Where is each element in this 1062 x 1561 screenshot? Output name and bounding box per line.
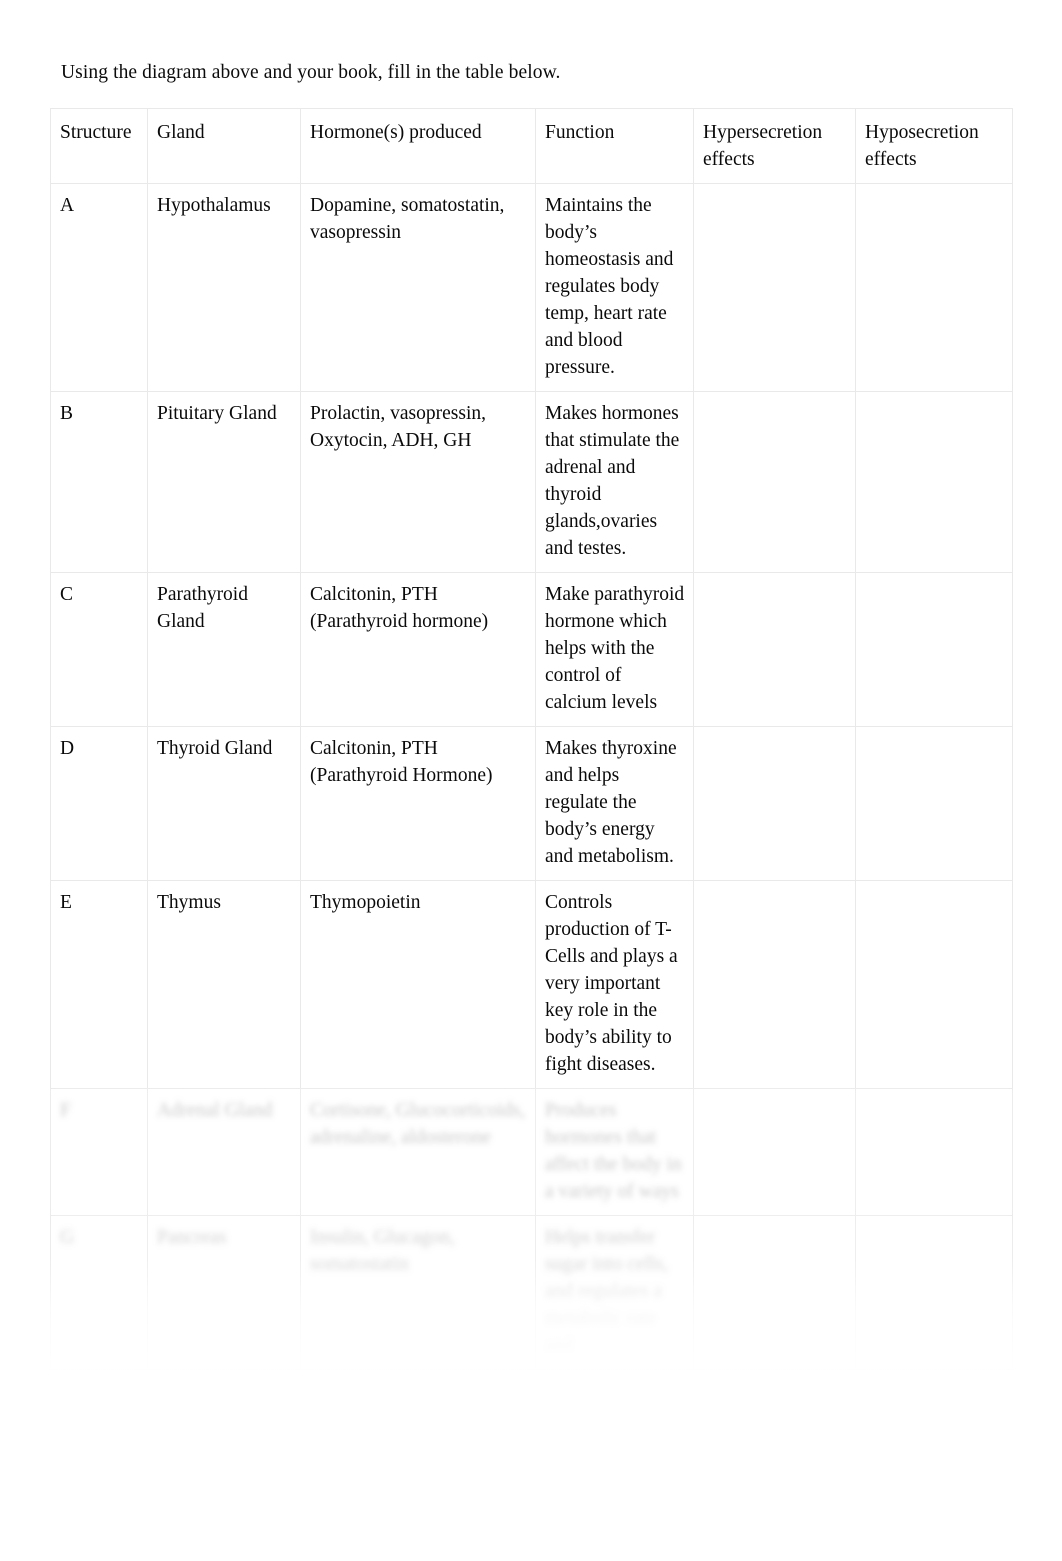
column-header-structure: Structure — [50, 108, 148, 184]
header-label: Hypersecretion effects — [703, 122, 823, 170]
table-row: G Pancreas Insulin, Glucagon, somatostat… — [50, 1215, 1013, 1370]
structure-value: F — [60, 1100, 71, 1121]
hormones-value: Prolactin, vasopressin, Oxytocin, ADH, G… — [310, 403, 487, 451]
document-page: Using the diagram above and your book, f… — [0, 0, 1062, 1561]
gland-value: Adrenal Gland — [157, 1100, 273, 1121]
function-value: Makes hormones that stimulate the adrena… — [545, 403, 680, 559]
gland-value: Thymus — [157, 892, 221, 913]
column-header-hormones: Hormone(s) produced — [300, 108, 536, 184]
instructions-text: Using the diagram above and your book, f… — [61, 62, 561, 83]
cell-structure: C — [50, 572, 148, 727]
cell-gland: Thymus — [147, 880, 301, 1089]
cell-hyposecretion[interactable] — [855, 1215, 1013, 1370]
hormones-value: Dopamine, somatostatin, vasopressin — [310, 195, 505, 243]
column-header-gland: Gland — [147, 108, 301, 184]
cell-hormones: Prolactin, vasopressin, Oxytocin, ADH, G… — [300, 391, 536, 573]
column-header-function: Function — [535, 108, 694, 184]
cell-function: Maintains the body’s homeostasis and reg… — [535, 183, 694, 392]
cell-function: Make parathyroid hormone which helps wit… — [535, 572, 694, 727]
structure-value: C — [60, 584, 74, 605]
function-value: Helps transfer sugar into cells, and reg… — [545, 1227, 668, 1356]
cell-gland: Hypothalamus — [147, 183, 301, 392]
hormones-value: Thymopoietin — [310, 892, 421, 913]
cell-gland: Pituitary Gland — [147, 391, 301, 573]
worksheet-table-container: Structure Gland Hormone(s) produced Func… — [50, 108, 1013, 1370]
cell-hormones: Calcitonin, PTH (Parathyroid Hormone) — [300, 726, 536, 881]
hormones-value: Insulin, Glucagon, somatostatin — [310, 1227, 455, 1275]
function-value: Produces hormones that affect the body i… — [545, 1100, 682, 1202]
function-value: Make parathyroid hormone which helps wit… — [545, 584, 685, 713]
cell-hypersecretion[interactable] — [693, 572, 856, 727]
cell-function: Makes thyroxine and helps regulate the b… — [535, 726, 694, 881]
cell-structure: A — [50, 183, 148, 392]
cell-structure: B — [50, 391, 148, 573]
cell-structure: F — [50, 1088, 148, 1216]
cell-function: Produces hormones that affect the body i… — [535, 1088, 694, 1216]
endocrine-system-table: Structure Gland Hormone(s) produced Func… — [50, 108, 1013, 1370]
hormones-value: Cortisone, Glucocorticoids, adrenaline, … — [310, 1100, 526, 1148]
cell-function: Makes hormones that stimulate the adrena… — [535, 391, 694, 573]
header-label: Function — [545, 122, 615, 143]
header-label: Hormone(s) produced — [310, 122, 482, 143]
structure-value: G — [60, 1227, 75, 1248]
cell-hypersecretion[interactable] — [693, 1088, 856, 1216]
table-row: A Hypothalamus Dopamine, somatostatin, v… — [50, 183, 1013, 392]
cell-function: Controls production of T-Cells and plays… — [535, 880, 694, 1089]
header-label: Hyposecretion effects — [865, 122, 979, 170]
function-value: Makes thyroxine and helps regulate the b… — [545, 738, 677, 867]
cell-hypersecretion[interactable] — [693, 726, 856, 881]
cell-hormones: Dopamine, somatostatin, vasopressin — [300, 183, 536, 392]
function-value: Maintains the body’s homeostasis and reg… — [545, 195, 674, 378]
cell-hormones: Calcitonin, PTH (Parathyroid hormone) — [300, 572, 536, 727]
cell-hypersecretion[interactable] — [693, 391, 856, 573]
cell-gland: Pancreas — [147, 1215, 301, 1370]
cell-structure: E — [50, 880, 148, 1089]
column-header-hypersecretion: Hypersecretion effects — [693, 108, 856, 184]
function-value: Controls production of T-Cells and plays… — [545, 892, 678, 1075]
structure-value: B — [60, 403, 74, 424]
cell-hyposecretion[interactable] — [855, 880, 1013, 1089]
table-row: F Adrenal Gland Cortisone, Glucocorticoi… — [50, 1088, 1013, 1216]
cell-hypersecretion[interactable] — [693, 880, 856, 1089]
cell-hyposecretion[interactable] — [855, 572, 1013, 727]
gland-value: Hypothalamus — [157, 195, 271, 216]
hormones-value: Calcitonin, PTH (Parathyroid Hormone) — [310, 738, 493, 786]
cell-hyposecretion[interactable] — [855, 726, 1013, 881]
cell-gland: Adrenal Gland — [147, 1088, 301, 1216]
table-row: C Parathyroid Gland Calcitonin, PTH (Par… — [50, 572, 1013, 727]
table-header-row: Structure Gland Hormone(s) produced Func… — [50, 108, 1013, 184]
table-row: D Thyroid Gland Calcitonin, PTH (Parathy… — [50, 726, 1013, 881]
cell-hypersecretion[interactable] — [693, 183, 856, 392]
header-label: Structure — [60, 122, 132, 143]
cell-structure: G — [50, 1215, 148, 1370]
table-row: B Pituitary Gland Prolactin, vasopressin… — [50, 391, 1013, 573]
gland-value: Pancreas — [157, 1227, 227, 1248]
gland-value: Thyroid Gland — [157, 738, 273, 759]
cell-structure: D — [50, 726, 148, 881]
cell-hypersecretion[interactable] — [693, 1215, 856, 1370]
cell-hyposecretion[interactable] — [855, 1088, 1013, 1216]
hormones-value: Calcitonin, PTH (Parathyroid hormone) — [310, 584, 489, 632]
table-row: E Thymus Thymopoietin Controls productio… — [50, 880, 1013, 1089]
cell-hormones: Thymopoietin — [300, 880, 536, 1089]
structure-value: A — [60, 195, 75, 216]
cell-hormones: Cortisone, Glucocorticoids, adrenaline, … — [300, 1088, 536, 1216]
gland-value: Parathyroid Gland — [157, 584, 248, 632]
column-header-hyposecretion: Hyposecretion effects — [855, 108, 1013, 184]
table-body: A Hypothalamus Dopamine, somatostatin, v… — [50, 183, 1013, 1370]
gland-value: Pituitary Gland — [157, 403, 277, 424]
structure-value: E — [60, 892, 72, 913]
cell-hyposecretion[interactable] — [855, 183, 1013, 392]
cell-gland: Thyroid Gland — [147, 726, 301, 881]
cell-function: Helps transfer sugar into cells, and reg… — [535, 1215, 694, 1370]
structure-value: D — [60, 738, 75, 759]
cell-hyposecretion[interactable] — [855, 391, 1013, 573]
cell-hormones: Insulin, Glucagon, somatostatin — [300, 1215, 536, 1370]
cell-gland: Parathyroid Gland — [147, 572, 301, 727]
header-label: Gland — [157, 122, 205, 143]
